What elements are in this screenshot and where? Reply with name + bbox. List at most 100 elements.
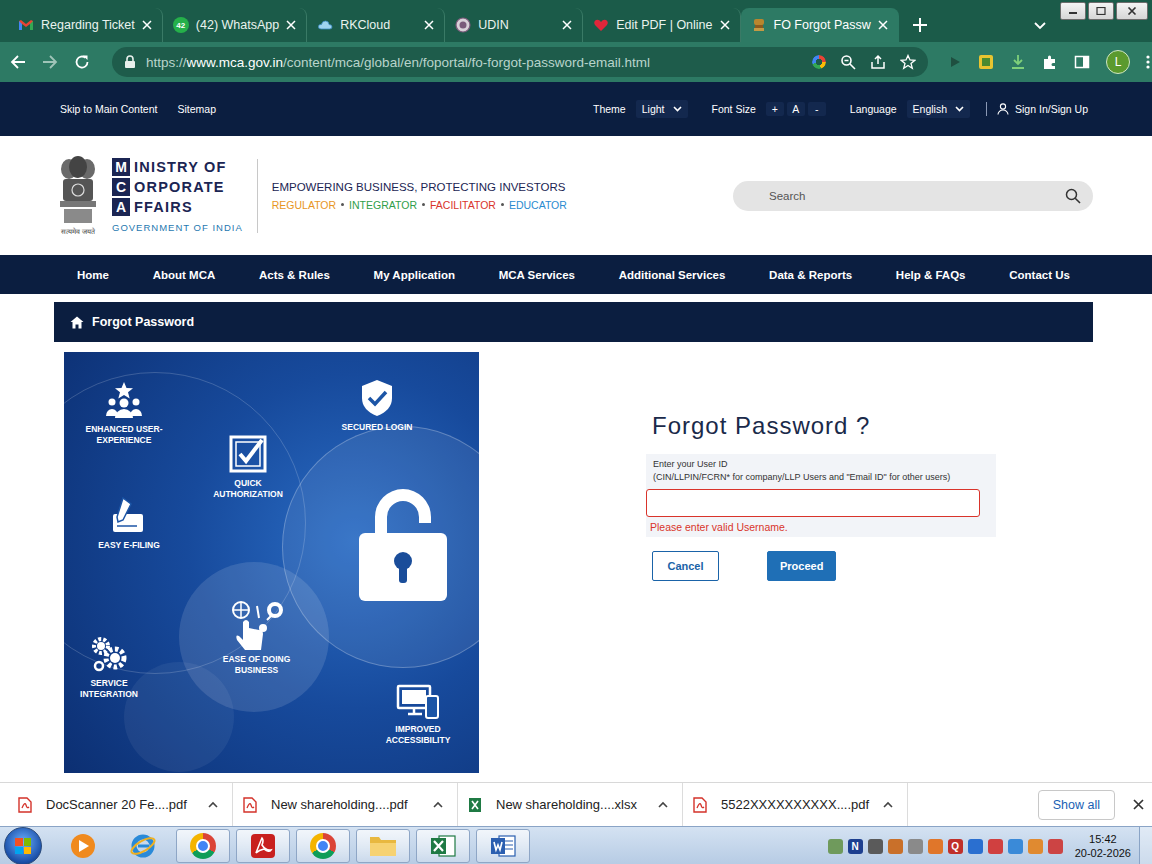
download-item[interactable]: DocScanner 20 Fe....pdf — [18, 783, 233, 826]
taskbar-app[interactable] — [416, 829, 470, 863]
profile-avatar[interactable]: L — [1106, 50, 1130, 74]
browser-tab[interactable]: Regarding Ticket — [8, 8, 163, 42]
browser-tab[interactable]: 42(42) WhatsApp — [163, 8, 307, 42]
nav-item[interactable]: My Application — [374, 269, 455, 281]
separator-dot — [422, 203, 425, 206]
font-size-button[interactable]: + — [766, 102, 784, 116]
web-page: Skip to Main ContentSitemapThemeLight Fo… — [0, 82, 1152, 782]
lock-icon — [124, 55, 136, 69]
tray-icon[interactable] — [968, 839, 983, 854]
address-bar[interactable]: https://www.mca.gov.in/content/mca/globa… — [112, 47, 928, 77]
theme-select[interactable]: Light — [636, 100, 688, 118]
tray-icon[interactable] — [828, 839, 843, 854]
tray-icon[interactable] — [928, 839, 943, 854]
user-id-input[interactable] — [646, 489, 980, 517]
close-icon[interactable] — [878, 20, 888, 30]
taskbar-app[interactable] — [116, 829, 170, 863]
star-icon[interactable] — [900, 54, 916, 70]
zoom-icon[interactable] — [840, 54, 856, 70]
close-window-button[interactable] — [1116, 2, 1148, 20]
utility-link[interactable]: Sitemap — [177, 103, 216, 115]
minimize-button[interactable] — [1060, 2, 1086, 20]
feature-badge: EASY E-FILING — [94, 496, 164, 551]
nav-item[interactable]: Data & Reports — [769, 269, 852, 281]
feature-badge: ENHANCED USER-EXPERIENCE — [82, 380, 166, 446]
download-item[interactable]: 5522XXXXXXXXXX....pdf — [693, 783, 908, 826]
chevron-up-icon[interactable] — [433, 801, 443, 808]
udin-icon — [455, 17, 471, 33]
back-icon[interactable] — [10, 54, 26, 70]
show-all-button[interactable]: Show all — [1038, 790, 1115, 820]
home-icon[interactable] — [70, 316, 84, 329]
google-lens-icon[interactable] — [812, 55, 826, 69]
download-item[interactable]: New shareholding....xlsx — [468, 783, 683, 826]
browser-tab[interactable]: FO Forgot Passw — [741, 8, 899, 42]
new-tab-icon[interactable] — [913, 18, 927, 32]
nav-item[interactable]: MCA Services — [499, 269, 575, 281]
browser-tab[interactable]: UDIN — [445, 8, 583, 42]
utility-link[interactable]: Skip to Main Content — [60, 103, 157, 115]
close-icon[interactable] — [1133, 799, 1144, 810]
forgot-password-form: Forgot Password ?Enter your User ID(CIN/… — [646, 352, 996, 782]
language-select[interactable]: English — [907, 100, 970, 118]
clock[interactable]: 15:4220-02-2026 — [1075, 832, 1131, 861]
cancel-button[interactable]: Cancel — [652, 551, 719, 581]
side-panel-icon[interactable] — [1074, 54, 1090, 70]
tab-strip: Regarding Ticket42(42) WhatsAppRKCloudUD… — [0, 0, 1152, 42]
tray-icon[interactable]: N — [848, 839, 863, 854]
search-box[interactable]: Search — [733, 181, 1093, 211]
taskbar-app[interactable] — [56, 829, 110, 863]
reload-icon[interactable] — [74, 54, 90, 70]
nav-item[interactable]: Contact Us — [1009, 269, 1070, 281]
nav-item[interactable]: Help & FAQs — [896, 269, 966, 281]
sign-in-link[interactable]: Sign In/Sign Up — [997, 103, 1088, 115]
media-icon[interactable] — [948, 55, 962, 69]
nav-item[interactable]: Acts & Rules — [259, 269, 330, 281]
shield-icon — [357, 378, 397, 418]
tray-icon[interactable] — [1028, 839, 1043, 854]
show-desktop-button[interactable] — [1139, 827, 1152, 864]
taskbar-app[interactable] — [356, 829, 410, 863]
proceed-button[interactable]: Proceed — [767, 551, 836, 581]
close-icon[interactable] — [562, 20, 572, 30]
close-icon[interactable] — [720, 20, 730, 30]
tray-icon[interactable] — [908, 839, 923, 854]
search-icon[interactable] — [1065, 188, 1081, 204]
tray-icon[interactable] — [1048, 839, 1063, 854]
nav-item[interactable]: Additional Services — [619, 269, 726, 281]
start-button[interactable] — [4, 827, 42, 864]
forward-icon[interactable] — [42, 54, 58, 70]
chevron-up-icon[interactable] — [658, 801, 668, 808]
maximize-button[interactable] — [1088, 2, 1114, 20]
tray-icon[interactable] — [1008, 839, 1023, 854]
close-icon[interactable] — [142, 20, 152, 30]
taskbar-app[interactable] — [296, 829, 350, 863]
chevron-up-icon[interactable] — [883, 801, 893, 808]
share-icon[interactable] — [870, 54, 886, 70]
separator-dot — [501, 203, 504, 206]
nav-item[interactable]: Home — [77, 269, 109, 281]
download-icon[interactable] — [1010, 54, 1026, 70]
download-item[interactable]: New shareholding....pdf — [243, 783, 458, 826]
favicon-icon — [593, 17, 609, 33]
tray-icon[interactable] — [988, 839, 1003, 854]
browser-tab[interactable]: Edit PDF | Online — [583, 8, 740, 42]
taskbar-app[interactable] — [236, 829, 290, 863]
chevron-up-icon[interactable] — [208, 801, 218, 808]
menu-icon[interactable] — [1146, 54, 1150, 70]
tab-search-icon[interactable] — [1034, 22, 1046, 30]
taskbar-app[interactable] — [476, 829, 530, 863]
close-icon[interactable] — [286, 20, 296, 30]
puzzle-icon[interactable] — [1042, 54, 1058, 70]
taskbar-app[interactable] — [176, 829, 230, 863]
tray-icon[interactable] — [888, 839, 903, 854]
tray-icon[interactable]: Q — [948, 839, 963, 854]
font-size-button[interactable]: - — [808, 102, 826, 116]
nav-item[interactable]: About MCA — [153, 269, 216, 281]
font-size-button[interactable]: A — [787, 102, 805, 116]
browser-tab[interactable]: RKCloud — [307, 8, 445, 42]
pdf-file-icon — [243, 797, 257, 813]
close-icon[interactable] — [424, 20, 434, 30]
tray-icon[interactable] — [868, 839, 883, 854]
extension-icon[interactable] — [978, 54, 994, 70]
